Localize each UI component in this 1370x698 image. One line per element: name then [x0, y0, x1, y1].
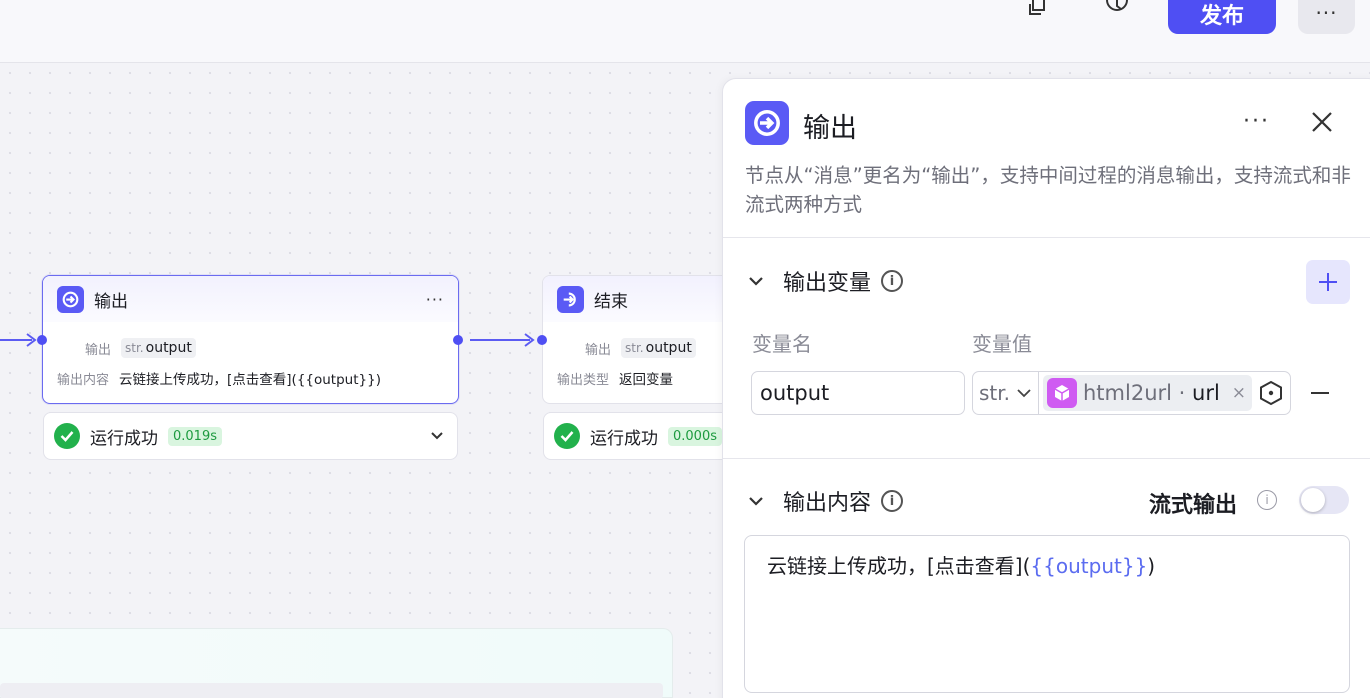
stream-output-label: 流式输出 [1149, 493, 1238, 518]
column-variable-value: 变量值 [972, 332, 1032, 356]
status-label: 运行成功 [590, 428, 658, 449]
chevron-down-icon [1017, 389, 1031, 398]
end-node-input-port[interactable] [537, 335, 547, 345]
chevron-down-icon[interactable] [429, 428, 445, 444]
row-value: 云链接上传成功，[点击查看]({{output}}) [119, 372, 381, 388]
success-check-icon [554, 423, 580, 449]
variable-tag: str. output [121, 338, 196, 358]
reference-field: url [1192, 381, 1220, 405]
end-node-run-status[interactable]: 运行成功 0.000s [543, 412, 743, 460]
end-node-row-type: 输出类型 返回变量 [557, 368, 673, 388]
success-check-icon [54, 423, 80, 449]
output-vars-section-title: 输出变量 i [783, 265, 904, 297]
output-node-output-port[interactable] [453, 335, 463, 345]
output-node-icon [745, 101, 789, 145]
add-variable-button[interactable] [1306, 260, 1350, 304]
variable-name: output [645, 340, 692, 356]
output-content-editor[interactable]: 云链接上传成功，[点击查看]({{output}}) [744, 535, 1350, 693]
variable-value-field[interactable]: str. html2url · url × [972, 371, 1291, 415]
output-node-row-output: 输出 str. output [85, 338, 196, 358]
type-label: str. [125, 341, 144, 355]
plus-icon [1319, 273, 1337, 291]
output-content-section-title: 输出内容 i [783, 485, 904, 517]
reference-text: html2url · url [1083, 381, 1220, 405]
variable-reference-chip[interactable]: html2url · url × [1043, 375, 1253, 411]
output-node-input-port[interactable] [37, 335, 47, 345]
output-node-icon [57, 285, 84, 313]
chevron-down-icon[interactable] [747, 492, 765, 510]
row-value: 返回变量 [619, 372, 674, 388]
row-label: 输出内容 [57, 372, 110, 388]
row-label: 输出 [585, 342, 612, 358]
copy-icon[interactable] [1025, 0, 1053, 22]
end-node-icon [557, 285, 584, 313]
plugin-cube-icon [1047, 378, 1077, 408]
node-config-panel: 输出 ··· 节点从“消息”更名为“输出”，支持中间过程的消息输出，支持流式和非… [722, 78, 1370, 698]
info-icon[interactable]: i [1257, 490, 1277, 510]
output-node-header: 输出 ··· [43, 276, 458, 322]
type-select-value: str. [979, 381, 1011, 405]
end-node-row-output: 输出 str. output [585, 338, 696, 358]
end-node[interactable]: 结束 输出 str. output 输出类型 返回变量 [542, 275, 742, 404]
divider [723, 237, 1370, 238]
output-node-title: 输出 [94, 291, 128, 312]
input-value: output [760, 381, 830, 405]
variable-name: output [145, 340, 192, 356]
bottom-panel-strip [0, 683, 663, 698]
more-options-button[interactable]: ··· [1298, 0, 1355, 34]
remove-variable-button[interactable] [1311, 392, 1329, 394]
output-node-run-status[interactable]: 运行成功 0.019s [43, 412, 458, 460]
row-label: 输出类型 [557, 372, 610, 388]
variable-picker-icon[interactable] [1258, 380, 1284, 406]
publish-button[interactable]: 发布 [1168, 0, 1276, 34]
edge-arrow-icon [524, 333, 535, 347]
reference-source: html2url [1083, 381, 1172, 405]
end-node-title: 结束 [594, 291, 628, 312]
panel-title: 输出 [803, 113, 857, 144]
top-toolbar: 发布 ··· [0, 0, 1370, 63]
info-icon[interactable]: i [881, 490, 904, 512]
type-label: str. [625, 341, 644, 355]
edge-output-to-end [470, 339, 530, 341]
info-icon[interactable]: i [881, 270, 904, 292]
variable-tag: str. output [621, 338, 696, 358]
edge-arrow-icon [26, 333, 37, 347]
section-title-text: 输出内容 [783, 491, 872, 516]
content-text-end: ) [1147, 554, 1156, 578]
divider [723, 458, 1370, 459]
run-time-badge: 0.019s [168, 426, 222, 446]
output-node-more-button[interactable]: ··· [426, 290, 444, 309]
content-variable: {{output}} [1030, 554, 1148, 578]
output-node[interactable]: 输出 ··· 输出 str. output 输出内容 云链接上传成功，[点击查看]… [42, 275, 459, 404]
chevron-down-icon[interactable] [747, 272, 765, 290]
section-title-text: 输出变量 [783, 271, 872, 296]
end-node-header: 结束 [543, 276, 741, 322]
close-icon[interactable] [1311, 111, 1333, 133]
run-time-badge: 0.000s [668, 426, 722, 446]
row-label: 输出 [85, 342, 112, 358]
content-text: 云链接上传成功，[点击查看]( [767, 554, 1031, 578]
type-select[interactable]: str. [973, 372, 1039, 414]
column-variable-name: 变量名 [752, 332, 812, 356]
panel-more-button[interactable]: ··· [1243, 109, 1270, 134]
remove-reference-button[interactable]: × [1232, 383, 1246, 403]
panel-description: 节点从“消息”更名为“输出”，支持中间过程的消息输出，支持流式和非流式两种方式 [745, 164, 1351, 216]
stream-output-toggle[interactable] [1299, 486, 1349, 514]
reference-separator: · [1171, 381, 1193, 405]
output-node-row-content: 输出内容 云链接上传成功，[点击查看]({{output}}) [57, 368, 381, 388]
toggle-knob [1301, 488, 1325, 512]
history-icon[interactable] [1103, 0, 1131, 22]
status-label: 运行成功 [90, 428, 158, 449]
variable-name-input[interactable]: output [751, 371, 965, 415]
